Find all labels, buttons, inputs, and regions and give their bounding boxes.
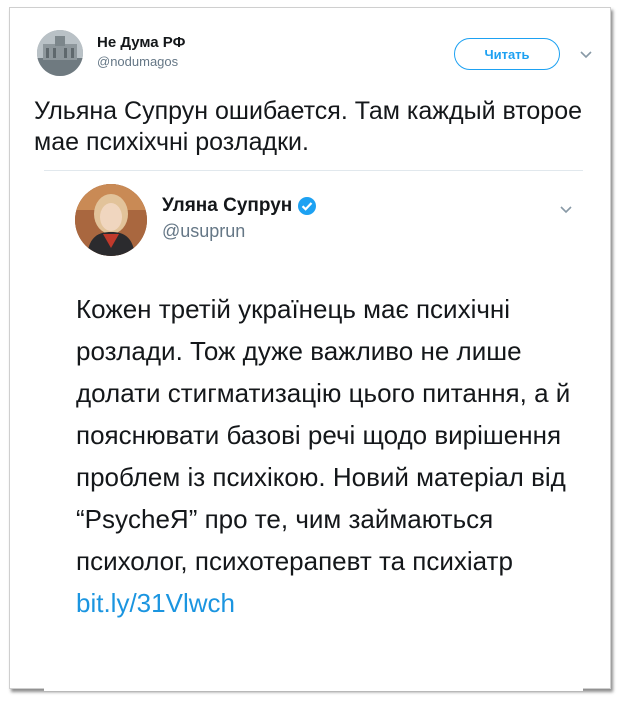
chevron-down-icon[interactable] — [578, 46, 594, 62]
quoted-author-handle[interactable]: @usuprun — [162, 221, 245, 242]
outer-tweet-text: Ульяна Супрун ошибается. Там каждый втор… — [34, 97, 583, 156]
quoted-tweet-text: Кожен третій українець має психічні розл… — [76, 288, 576, 624]
quoted-tweet-card[interactable]: Уляна Супрун @usuprun Кожен третій украї… — [44, 170, 583, 691]
chevron-down-icon[interactable] — [558, 201, 574, 217]
verified-badge-icon — [298, 197, 317, 215]
outer-author-name[interactable]: Не Дума РФ — [97, 34, 185, 51]
outer-tweet-header: Не Дума РФ @nodumagos Читать — [29, 22, 601, 82]
quoted-author-avatar[interactable] — [75, 184, 147, 256]
tweet-screenshot-frame: Не Дума РФ @nodumagos Читать Ульяна Супр… — [9, 7, 611, 691]
quoted-tweet-link[interactable]: bit.ly/31Vlwch — [76, 588, 235, 618]
outer-author-handle[interactable]: @nodumagos — [97, 54, 178, 69]
quoted-author-name-row: Уляна Супрун — [162, 195, 317, 217]
follow-button[interactable]: Читать — [454, 38, 560, 70]
quoted-author-name[interactable]: Уляна Супрун — [162, 195, 292, 217]
quoted-tweet-body: Кожен третій українець має психічні розл… — [76, 294, 571, 576]
outer-author-avatar[interactable] — [37, 30, 83, 76]
